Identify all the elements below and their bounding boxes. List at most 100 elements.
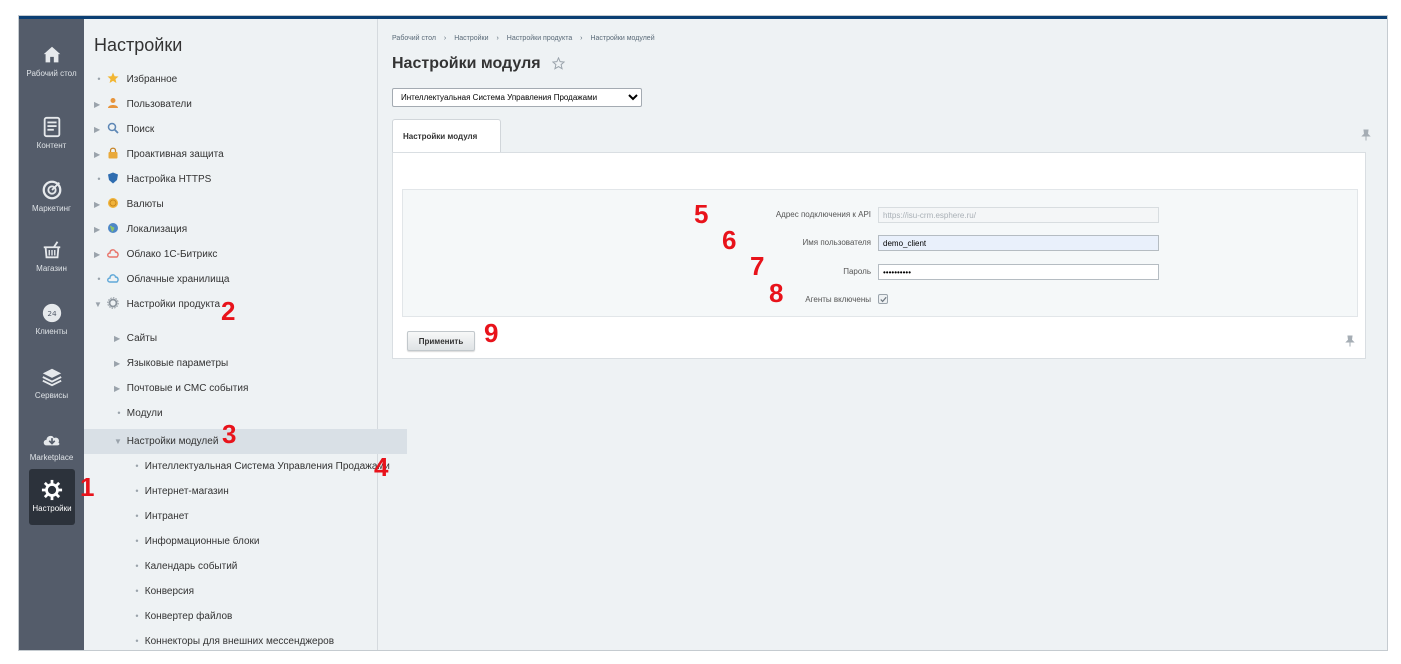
tree-item-eshop[interactable]: • Интернет-магазин xyxy=(84,479,425,504)
tree-item-label: Интранет xyxy=(144,511,189,522)
settings-form: Адрес подключения к API Имя пользователя… xyxy=(402,189,1358,317)
tree-item-bitrix-cloud[interactable]: ▶ Облако 1С-Битрикс xyxy=(84,242,387,267)
tree-item-conversion[interactable]: • Конверсия xyxy=(84,579,425,604)
tree-item-https[interactable]: • Настройка HTTPS xyxy=(84,167,387,192)
search-icon xyxy=(107,119,120,134)
tree-item-label: Коннекторы для внешних мессенджеров xyxy=(144,636,335,647)
expand-arrow-icon: ▶ xyxy=(114,334,121,343)
annotation-8: 8 xyxy=(769,278,784,308)
tree-item-modules[interactable]: • Модули xyxy=(84,401,407,426)
tree-item-messengers[interactable]: • Коннекторы для внешних мессенджеров xyxy=(84,629,425,650)
bullet-icon: • xyxy=(135,486,139,496)
password-input[interactable] xyxy=(878,264,1159,280)
agents-checkbox[interactable] xyxy=(878,294,888,304)
bullet-icon: • xyxy=(135,586,139,596)
rail-label: Настройки xyxy=(32,504,72,513)
bullet-icon: • xyxy=(135,536,139,546)
tree-item-label: Проактивная защита xyxy=(126,149,224,160)
rail-item-desktop[interactable]: Рабочий стол xyxy=(19,32,84,92)
tree-item-localization[interactable]: ▶ Локализация xyxy=(84,217,387,242)
bullet-icon: • xyxy=(135,461,139,471)
breadcrumb-separator: › xyxy=(580,35,583,42)
tree-item-label: Настройки модулей xyxy=(126,436,219,447)
favorite-star-icon[interactable] xyxy=(552,57,565,70)
tree-item-module-settings[interactable]: ▼ Настройки модулей xyxy=(84,429,407,454)
pin-icon[interactable] xyxy=(1361,129,1371,141)
tree-item-label: Интеллектуальная Система Управления Прод… xyxy=(144,461,390,472)
agents-label: Агенты включены xyxy=(805,295,871,304)
bullet-icon: • xyxy=(117,408,121,418)
annotation-6: 6 xyxy=(722,225,737,255)
expand-arrow-icon: ▶ xyxy=(94,250,101,259)
tab-module-settings[interactable]: Настройки модуля xyxy=(392,119,501,152)
rail-item-marketplace[interactable]: Marketplace xyxy=(19,416,84,476)
pin-icon[interactable] xyxy=(1345,335,1355,347)
tree-item-label: Облако 1С-Битрикс xyxy=(126,249,218,260)
document-icon xyxy=(41,116,63,138)
username-input[interactable] xyxy=(878,235,1159,251)
rail-item-clients[interactable]: 24 Клиенты xyxy=(19,290,84,350)
apply-button[interactable]: Применить xyxy=(407,331,475,351)
tree-item-favorites[interactable]: • Избранное xyxy=(84,67,387,92)
tree-item-label: Настройки продукта xyxy=(126,299,221,310)
annotation-7: 7 xyxy=(750,251,765,281)
api-address-input[interactable] xyxy=(878,207,1159,223)
tree-item-search[interactable]: ▶ Поиск xyxy=(84,117,387,142)
rail-item-content[interactable]: Контент xyxy=(19,104,84,164)
breadcrumb-separator: › xyxy=(496,35,499,42)
tree-item-users[interactable]: ▶ Пользователи xyxy=(84,92,387,117)
tree-item-label: Настройка HTTPS xyxy=(126,174,212,185)
target-icon xyxy=(41,179,63,201)
breadcrumb-link[interactable]: Настройки xyxy=(454,35,488,42)
page-title: Настройки модуля xyxy=(392,55,541,72)
layers-icon xyxy=(41,366,63,388)
tree-item-iblocks[interactable]: • Информационные блоки xyxy=(84,529,425,554)
tree-item-sites[interactable]: ▶ Сайты xyxy=(84,326,407,351)
expand-arrow-icon: ▶ xyxy=(94,100,101,109)
svg-text:24: 24 xyxy=(47,309,57,318)
cart-icon xyxy=(41,239,63,261)
cloud-download-icon xyxy=(41,428,63,450)
expand-arrow-icon: ▶ xyxy=(94,225,101,234)
lock-icon xyxy=(107,144,120,159)
tree-item-calendar[interactable]: • Календарь событий xyxy=(84,554,425,579)
rail-item-marketing[interactable]: Маркетинг xyxy=(19,167,84,227)
tree-item-currencies[interactable]: ▶ Валюты xyxy=(84,192,387,217)
bullet-icon: • xyxy=(97,74,101,84)
rail-item-shop[interactable]: Магазин xyxy=(19,227,84,287)
tree-item-cloud-storage[interactable]: • Облачные хранилища xyxy=(84,267,387,292)
tree-item-intranet[interactable]: • Интранет xyxy=(84,504,425,529)
bullet-icon: • xyxy=(97,174,101,184)
tree-item-label: Календарь событий xyxy=(144,561,238,572)
rail-label: Marketplace xyxy=(29,453,74,462)
cloud-icon xyxy=(106,244,120,258)
bullet-icon: • xyxy=(135,636,139,646)
tree-item-language[interactable]: ▶ Языковые параметры xyxy=(84,351,407,376)
breadcrumb-link[interactable]: Настройки продукта xyxy=(507,35,572,42)
rail-item-settings[interactable]: Настройки xyxy=(29,469,75,525)
breadcrumb-link[interactable]: Настройки модулей xyxy=(590,35,654,42)
collapse-arrow-icon: ▼ xyxy=(94,300,102,309)
tree-item-product-settings[interactable]: ▼ Настройки продукта xyxy=(84,292,387,317)
tree-item-label: Локализация xyxy=(126,224,188,235)
module-select[interactable]: Интеллектуальная Система Управления Прод… xyxy=(392,88,642,107)
breadcrumb-separator: › xyxy=(443,35,447,42)
annotation-5: 5 xyxy=(694,199,709,229)
globe-icon xyxy=(107,219,120,233)
breadcrumb-link[interactable]: Рабочий стол xyxy=(392,35,436,42)
tree-item-label: Модули xyxy=(126,408,163,419)
tree-item-label: Информационные блоки xyxy=(144,536,260,547)
clients-icon: 24 xyxy=(41,302,63,324)
annotation-2: 2 xyxy=(221,296,236,326)
rail-label: Клиенты xyxy=(35,327,68,336)
rail-label: Магазин xyxy=(36,264,67,273)
expand-arrow-icon: ▶ xyxy=(114,359,121,368)
tree-item-file-converter[interactable]: • Конвертер файлов xyxy=(84,604,425,629)
tree-item-mail-events[interactable]: ▶ Почтовые и СМС события xyxy=(84,376,407,401)
annotation-3: 3 xyxy=(222,419,237,449)
rail-label: Сервисы xyxy=(34,391,69,400)
annotation-4: 4 xyxy=(374,452,389,482)
rail-item-services[interactable]: Сервисы xyxy=(19,354,84,414)
tree-item-proactive[interactable]: ▶ Проактивная защита xyxy=(84,142,387,167)
left-rail: Рабочий стол Контент Маркетинг Магазин 2… xyxy=(19,19,84,650)
